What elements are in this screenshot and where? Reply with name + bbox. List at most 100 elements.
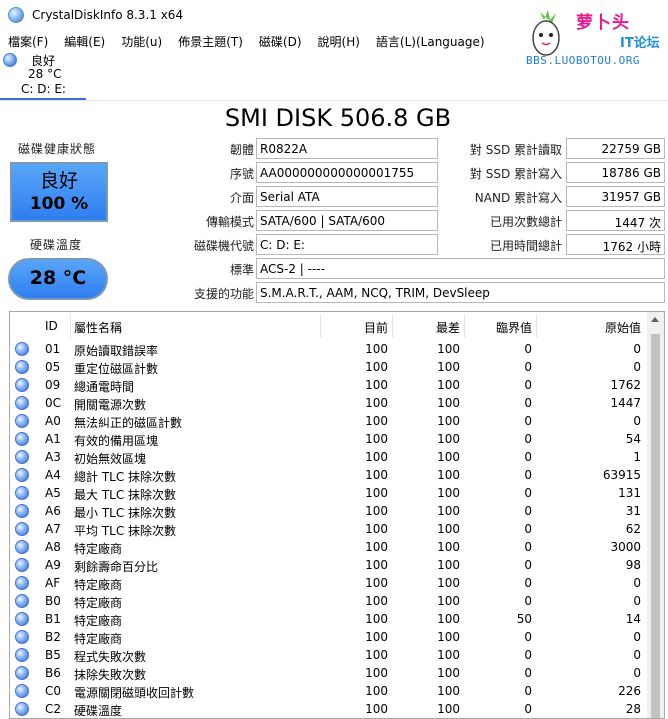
- table-row[interactable]: 0C 開關電源次數 100 100 0 1447: [10, 394, 648, 412]
- status-dot-icon: [15, 396, 29, 410]
- table-row[interactable]: A4 總計 TLC 抹除次數 100 100 0 63915: [10, 466, 648, 484]
- table-row[interactable]: B2 特定廠商 100 100 0 0: [10, 628, 648, 646]
- menu-edit[interactable]: 編輯(E): [56, 31, 113, 51]
- menu-file[interactable]: 檔案(F): [0, 31, 56, 51]
- drive-letter-label: 磁碟機代號: [193, 239, 254, 253]
- attribute-worst: 100: [437, 432, 460, 446]
- attribute-id: AF: [45, 576, 61, 590]
- table-row[interactable]: B5 程式失敗次數 100 100 0 0: [10, 646, 648, 664]
- drive-tab[interactable]: 良好 28 °C C: D: E:: [0, 50, 86, 100]
- attribute-id: 01: [45, 342, 61, 356]
- attribute-raw: 98: [625, 558, 641, 572]
- attribute-current: 100: [365, 648, 388, 662]
- attribute-worst: 100: [437, 684, 460, 698]
- attribute-threshold: 0: [524, 432, 532, 446]
- attribute-worst: 100: [437, 360, 460, 374]
- menu-theme[interactable]: 佈景主題(T): [170, 31, 251, 51]
- attribute-threshold: 0: [524, 558, 532, 572]
- table-row[interactable]: C2 硬碟溫度 100 100 0 28: [10, 700, 648, 718]
- header-separator: [320, 314, 321, 338]
- attribute-threshold: 0: [524, 522, 532, 536]
- vertical-scrollbar[interactable]: [647, 312, 664, 718]
- table-row[interactable]: 01 原始讀取錯誤率 100 100 0 0: [10, 340, 648, 358]
- attribute-current: 100: [365, 576, 388, 590]
- table-row[interactable]: A0 無法糾正的磁區計數 100 100 0 0: [10, 412, 648, 430]
- attribute-worst: 100: [437, 450, 460, 464]
- scrollbar-thumb[interactable]: [651, 334, 660, 718]
- header-separator: [392, 314, 393, 338]
- menu-help[interactable]: 說明(H): [310, 31, 368, 51]
- attribute-threshold: 0: [524, 396, 532, 410]
- status-dot-icon: [15, 360, 29, 374]
- table-row[interactable]: C0 電源關閉磁頭收回計數 100 100 0 226: [10, 682, 648, 700]
- header-current[interactable]: 目前: [364, 319, 388, 336]
- status-dot-icon: [15, 702, 29, 716]
- attribute-threshold: 0: [524, 576, 532, 590]
- menu-language[interactable]: 語言(L)(Language): [368, 31, 493, 51]
- attribute-current: 100: [365, 702, 388, 716]
- attribute-worst: 100: [437, 504, 460, 518]
- health-label: 磁碟健康狀態: [18, 142, 97, 156]
- attribute-raw: 1447: [610, 396, 641, 410]
- table-row[interactable]: 05 重定位磁區計數 100 100 0 0: [10, 358, 648, 376]
- table-row[interactable]: AF 特定廠商 100 100 0 0: [10, 574, 648, 592]
- table-row[interactable]: 09 總通電時間 100 100 0 1762: [10, 376, 648, 394]
- power-count-label: 已用次數總計: [489, 215, 562, 229]
- attribute-current: 100: [365, 342, 388, 356]
- standard-field: ACS-2 | ----: [256, 258, 665, 279]
- attribute-worst: 100: [437, 612, 460, 626]
- attribute-id: B6: [45, 666, 61, 680]
- table-row[interactable]: A3 初始無效區塊 100 100 0 1: [10, 448, 648, 466]
- attribute-current: 100: [365, 522, 388, 536]
- table-row[interactable]: A1 有效的備用區塊 100 100 0 54: [10, 430, 648, 448]
- table-row[interactable]: A6 最小 TLC 抹除次數 100 100 0 31: [10, 502, 648, 520]
- table-row[interactable]: A5 最大 TLC 抹除次數 100 100 0 131: [10, 484, 648, 502]
- divider: [0, 100, 668, 101]
- attribute-name: 原始讀取錯誤率: [74, 344, 159, 358]
- header-name[interactable]: 屬性名稱: [74, 319, 122, 336]
- watermark-url: BBS.LUOBOTOU.ORG: [526, 54, 640, 67]
- status-dot-icon: [15, 594, 29, 608]
- attribute-current: 100: [365, 558, 388, 572]
- power-count-field: 1447 次: [566, 210, 665, 231]
- nand-writes-label: NAND 累計寫入: [474, 191, 562, 205]
- attribute-name: 特定廠商: [74, 596, 123, 610]
- attribute-threshold: 0: [524, 414, 532, 428]
- attribute-raw: 1: [633, 450, 641, 464]
- table-row[interactable]: A9 剩餘壽命百分比 100 100 0 98: [10, 556, 648, 574]
- header-threshold[interactable]: 臨界值: [496, 319, 532, 336]
- attribute-name: 開關電源次數: [74, 398, 147, 412]
- attribute-worst: 100: [437, 558, 460, 572]
- attribute-id: C0: [45, 684, 62, 698]
- table-row[interactable]: A7 平均 TLC 抹除次數 100 100 0 62: [10, 520, 648, 538]
- drive-status-icon: [3, 53, 17, 67]
- power-hours-label: 已用時間總計: [489, 239, 562, 253]
- status-dot-icon: [15, 378, 29, 392]
- attribute-name: 平均 TLC 抹除次數: [74, 524, 177, 538]
- attribute-worst: 100: [437, 378, 460, 392]
- attribute-name: 硬碟溫度: [74, 704, 123, 718]
- table-row[interactable]: B6 抹除失敗次數 100 100 0 0: [10, 664, 648, 682]
- health-status-text: 良好: [39, 170, 78, 192]
- interface-field: Serial ATA: [256, 186, 438, 207]
- attribute-current: 100: [365, 594, 388, 608]
- table-row[interactable]: B1 特定廠商 100 100 50 14: [10, 610, 648, 628]
- attribute-id: B5: [45, 648, 61, 662]
- status-dot-icon: [15, 450, 29, 464]
- temperature-button[interactable]: 28 °C: [8, 258, 108, 300]
- health-status-button[interactable]: 良好 100 %: [10, 162, 108, 222]
- menu-function[interactable]: 功能(u): [113, 31, 170, 51]
- attribute-name: 程式失敗次數: [74, 650, 147, 664]
- scroll-up-arrow-icon[interactable]: [651, 317, 659, 322]
- menu-disk[interactable]: 磁碟(D): [251, 31, 310, 51]
- header-worst[interactable]: 最差: [436, 319, 460, 336]
- disk-title: SMI DISK 506.8 GB: [224, 104, 452, 132]
- attribute-current: 100: [365, 360, 388, 374]
- attribute-current: 100: [365, 666, 388, 680]
- table-row[interactable]: B0 特定廠商 100 100 0 0: [10, 592, 648, 610]
- header-raw[interactable]: 原始值: [605, 319, 641, 336]
- table-row[interactable]: A8 特定廠商 100 100 0 3000: [10, 538, 648, 556]
- header-id[interactable]: ID: [45, 319, 58, 333]
- attribute-current: 100: [365, 396, 388, 410]
- attribute-threshold: 50: [516, 612, 532, 626]
